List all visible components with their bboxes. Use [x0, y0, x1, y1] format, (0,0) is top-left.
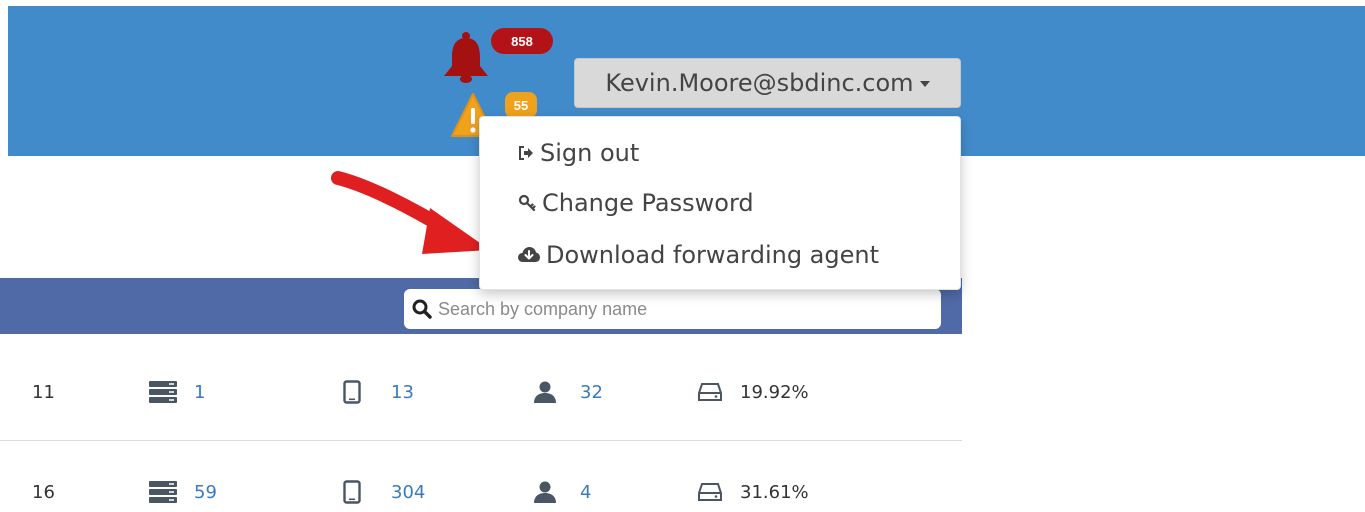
server-icon [149, 372, 177, 412]
sign-out-menu-item[interactable]: Sign out [518, 133, 639, 173]
download-forwarding-agent-menu-item[interactable]: Download forwarding agent [518, 235, 879, 275]
server-icon [149, 472, 177, 512]
row-count: 16 [32, 481, 55, 503]
annotation-arrow [331, 171, 490, 254]
tablet-icon [343, 372, 361, 412]
disk-usage-value: 31.61% [740, 481, 809, 503]
caret-down-icon [919, 81, 930, 87]
sign-out-icon [519, 146, 533, 160]
user-account-dropdown-button[interactable]: Kevin.Moore@sbdinc.com [574, 58, 961, 108]
search-icon [412, 299, 432, 319]
user-menu-dropdown: Sign out Change Password Download forwar… [479, 116, 961, 290]
search-input[interactable] [436, 288, 941, 330]
device-count-link[interactable]: 13 [391, 372, 414, 412]
tablet-icon [343, 472, 361, 512]
key-icon [518, 194, 536, 212]
cloud-download-icon [518, 247, 540, 262]
user-count-link[interactable]: 4 [580, 472, 591, 512]
device-count-link[interactable]: 304 [391, 472, 425, 512]
bell-icon[interactable] [441, 30, 491, 84]
hard-drive-icon [698, 372, 722, 412]
sign-out-label: Sign out [540, 139, 640, 167]
server-count-link[interactable]: 59 [194, 472, 217, 512]
warnings-count-badge[interactable]: 55 [505, 92, 537, 118]
change-password-menu-item[interactable]: Change Password [518, 183, 754, 223]
table-row: 11 1 13 32 19.92% [0, 372, 962, 412]
server-count-link[interactable]: 1 [194, 372, 205, 412]
user-icon [533, 372, 557, 412]
row-count: 11 [32, 381, 55, 403]
disk-usage-value: 19.92% [740, 381, 809, 403]
user-email-label: Kevin.Moore@sbdinc.com [605, 69, 914, 97]
user-count-link[interactable]: 32 [580, 372, 603, 412]
search-box[interactable] [404, 288, 941, 330]
alerts-count-badge[interactable]: 858 [491, 28, 553, 54]
user-icon [533, 472, 557, 512]
download-forwarding-agent-label: Download forwarding agent [546, 241, 880, 269]
hard-drive-icon [698, 472, 722, 512]
table-row: 16 59 304 4 31.61% [0, 472, 962, 512]
row-divider [0, 440, 962, 441]
change-password-label: Change Password [542, 189, 754, 217]
